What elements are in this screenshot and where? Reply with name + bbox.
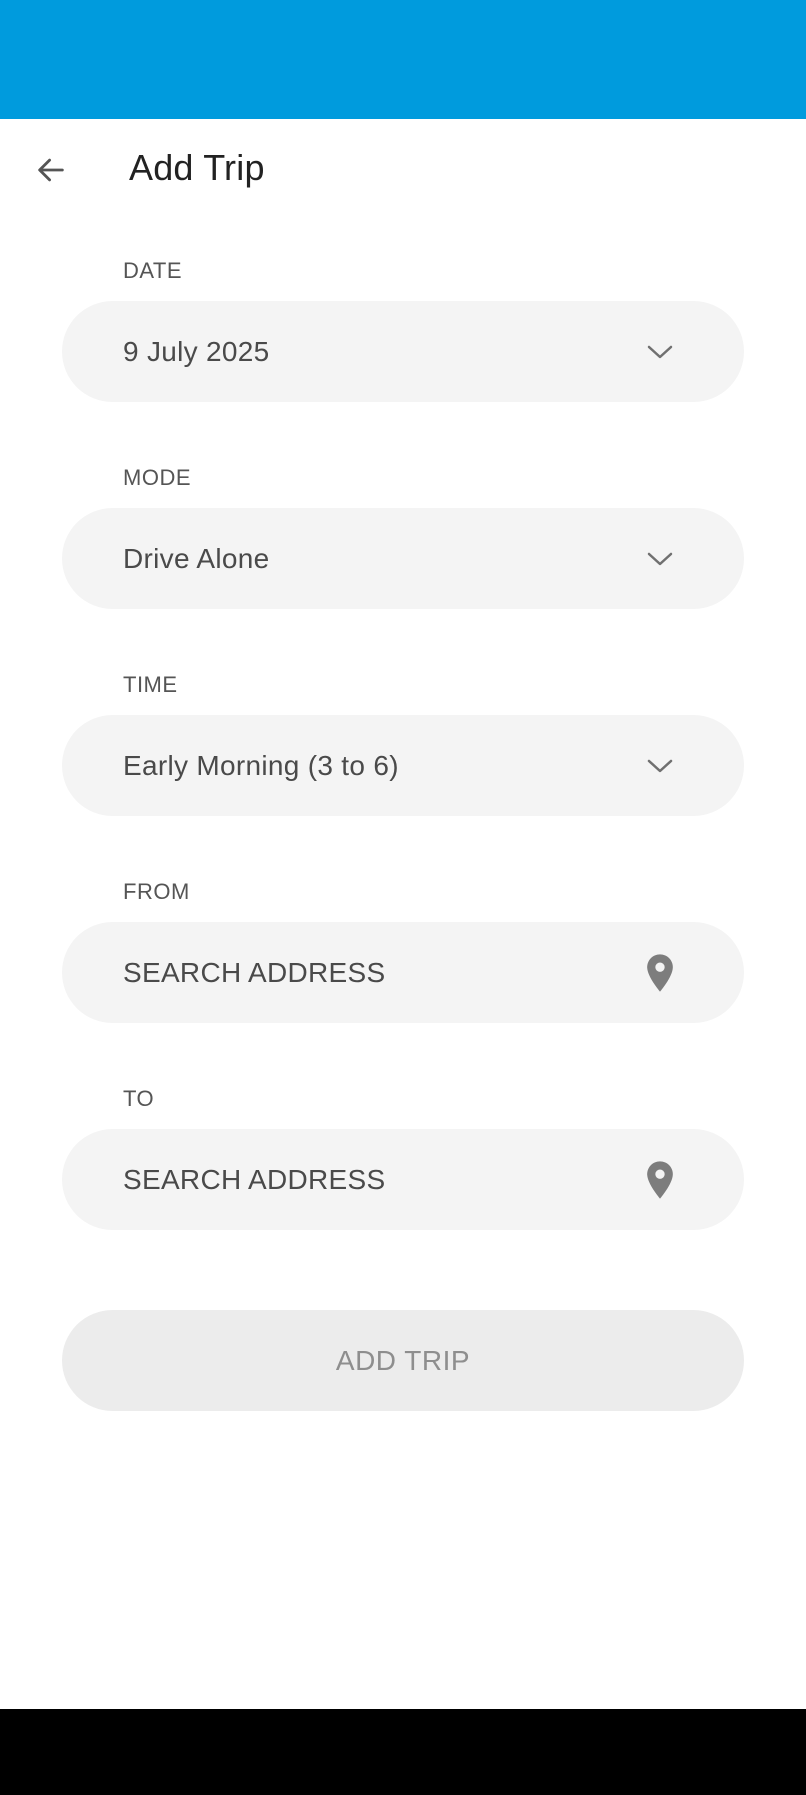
time-label: TIME	[123, 672, 178, 697]
mode-value: Drive Alone	[123, 543, 270, 574]
chevron-down-icon	[642, 715, 678, 816]
date-label: DATE	[123, 258, 183, 283]
date-dropdown[interactable]: 9 July 2025	[62, 301, 744, 402]
time-value: Early Morning (3 to 6)	[123, 750, 399, 781]
to-label: TO	[123, 1086, 155, 1111]
app-bar: Add Trip	[0, 119, 806, 221]
navigation-bar	[0, 1709, 806, 1795]
date-value: 9 July 2025	[123, 336, 270, 367]
status-bar	[0, 0, 806, 119]
from-placeholder: SEARCH ADDRESS	[123, 957, 386, 988]
to-placeholder: SEARCH ADDRESS	[123, 1164, 386, 1195]
chevron-down-icon	[642, 508, 678, 609]
map-pin-icon	[642, 922, 678, 1023]
to-address-input[interactable]: SEARCH ADDRESS	[62, 1129, 744, 1230]
arrow-left-icon	[38, 158, 64, 182]
add-trip-label: ADD TRIP	[335, 1344, 471, 1376]
from-address-input[interactable]: SEARCH ADDRESS	[62, 922, 744, 1023]
add-trip-button[interactable]: ADD TRIP	[62, 1310, 744, 1411]
chevron-down-icon	[642, 301, 678, 402]
mode-dropdown[interactable]: Drive Alone	[62, 508, 744, 609]
from-label: FROM	[123, 879, 190, 904]
back-button[interactable]	[22, 141, 80, 199]
map-pin-icon	[642, 1129, 678, 1230]
time-dropdown[interactable]: Early Morning (3 to 6)	[62, 715, 744, 816]
mode-label: MODE	[123, 465, 191, 490]
page-title: Add Trip	[129, 147, 265, 188]
